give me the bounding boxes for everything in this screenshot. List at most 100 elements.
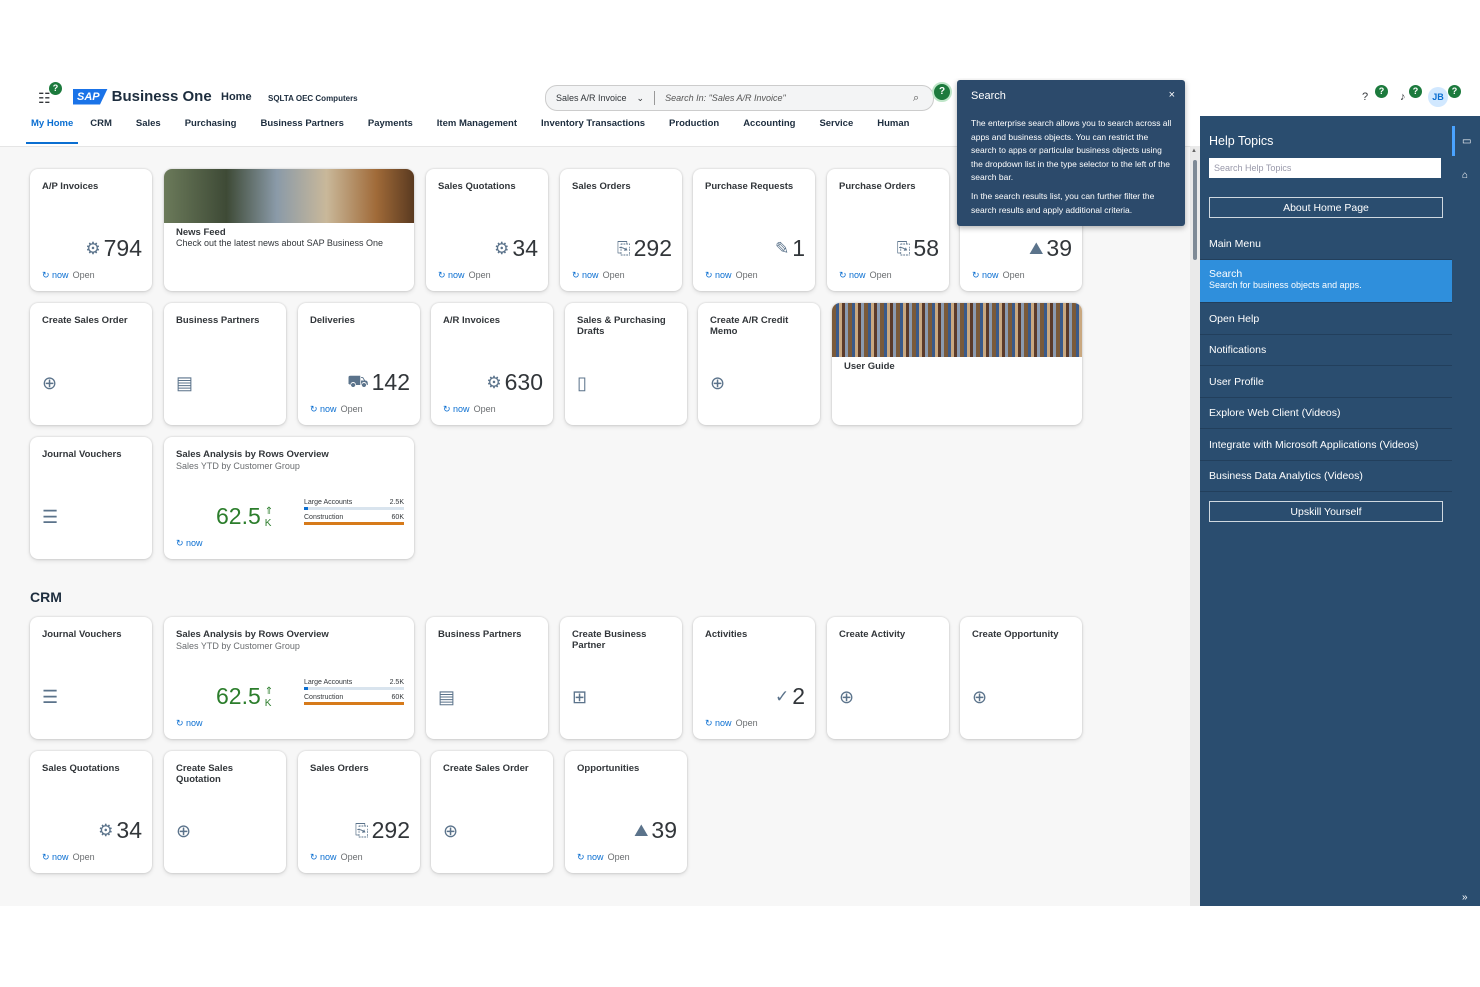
refresh-now[interactable]: ↻ now [42,852,69,862]
notification-badge-icon[interactable]: ? [1409,85,1422,98]
help-badge-icon[interactable]: ? [49,82,62,95]
tile-create-business-partner[interactable]: Create Business Partner ⊞ [560,617,682,739]
tile-ap-invoices[interactable]: A/P Invoices ⚙ 794 ↻ now Open [30,169,152,291]
refresh-now[interactable]: ↻ now [972,270,999,280]
help-item-explore-web-client[interactable]: Explore Web Client (Videos) [1200,398,1452,429]
tile-sales-analysis[interactable]: Sales Analysis by Rows Overview Sales YT… [164,437,414,559]
tab-crm[interactable]: CRM [78,116,124,142]
search-icon[interactable]: ⌕ [913,92,933,105]
tile-business-partners[interactable]: Business Partners ▤ [164,303,286,425]
collapse-icon[interactable]: » [1462,892,1468,903]
guide-icon[interactable]: ⌂ [1462,170,1468,181]
refresh-now[interactable]: ↻ now [705,270,732,280]
tile-deliveries[interactable]: Deliveries ⛟ 142 ↻ now Open [298,303,420,425]
nav-tabs: My Home CRM Sales Purchasing Business Pa… [0,116,921,144]
tile-sales-quotations[interactable]: Sales Quotations ⚙ 34 ↻ now Open [426,169,548,291]
tile-purchase-requests[interactable]: Purchase Requests ✎ 1 ↻ now Open [693,169,815,291]
active-indicator [1452,126,1455,156]
tab-my-home[interactable]: My Home [26,116,79,144]
help-item-search[interactable]: Search Search for business objects and a… [1200,260,1452,303]
menu-icon[interactable]: ☷ [38,90,51,107]
refresh-now[interactable]: ↻ now [577,852,604,862]
add-contact-icon: ⊞ [572,687,588,707]
refresh-now[interactable]: ↻ now [572,270,599,280]
tile-sales-orders[interactable]: Sales Orders ⎘ 292 ↻ now Open [560,169,682,291]
sap-logo[interactable]: SAP Business One [73,88,212,105]
profile-badge-icon[interactable]: ? [1448,85,1461,98]
tab-item-management[interactable]: Item Management [425,116,529,142]
tile-create-activity[interactable]: Create Activity ⊕ [827,617,949,739]
tile-title: Journal Vouchers [42,449,122,460]
tab-human[interactable]: Human [865,116,921,142]
upskill-yourself-button[interactable]: Upskill Yourself [1209,501,1443,522]
help-item-business-data-analytics[interactable]: Business Data Analytics (Videos) [1200,461,1452,492]
tile-create-sales-quotation[interactable]: Create Sales Quotation ⊕ [164,751,286,873]
refresh-now[interactable]: ↻ now [443,404,470,414]
help-item-notifications[interactable]: Notifications [1200,335,1452,366]
tile-value: 292 [371,817,410,843]
tab-inventory-transactions[interactable]: Inventory Transactions [529,116,657,142]
help-search-input[interactable]: Search Help Topics [1209,158,1441,178]
scroll-up-icon[interactable]: ▲ [1191,148,1197,154]
refresh-now[interactable]: ↻ now [438,270,465,280]
tile-user-guide[interactable]: User Guide [832,303,1082,425]
tab-purchasing[interactable]: Purchasing [173,116,249,142]
bar-value: 60K [391,694,404,701]
tab-payments[interactable]: Payments [356,116,425,142]
tile-create-sales-order[interactable]: Create Sales Order ⊕ [30,303,152,425]
search-help-badge-icon[interactable]: ? [932,82,952,102]
help-item-label: Search [1209,268,1243,280]
bell-icon[interactable]: ♪ [1400,91,1406,103]
tile-journal-vouchers[interactable]: Journal Vouchers ☰ [30,437,152,559]
help-item-user-profile[interactable]: User Profile [1200,366,1452,398]
tab-service[interactable]: Service [807,116,865,142]
tile-news-feed[interactable]: News Feed Check out the latest news abou… [164,169,414,291]
tile-crm-sales-quotations[interactable]: Sales Quotations ⚙ 34 ↻ now Open [30,751,152,873]
tile-create-ar-credit-memo[interactable]: Create A/R Credit Memo ⊕ [698,303,820,425]
help-icon[interactable]: ? [1362,91,1368,103]
tile-title: News Feed [176,227,226,238]
refresh-now[interactable]: ↻ now [310,852,337,862]
help-item-description: Search for business objects and apps. [1209,280,1362,290]
tile-crm-sales-orders[interactable]: Sales Orders ⎘ 292 ↻ now Open [298,751,420,873]
tile-sales-purchasing-drafts[interactable]: Sales & Purchasing Drafts ▯ [565,303,687,425]
refresh-now[interactable]: ↻ now [176,538,203,548]
refresh-now[interactable]: ↻ now [839,270,866,280]
help-item-integrate-microsoft[interactable]: Integrate with Microsoft Applications (V… [1200,429,1452,461]
tile-crm-business-partners[interactable]: Business Partners ▤ [426,617,548,739]
tile-create-opportunity[interactable]: Create Opportunity ⊕ [960,617,1082,739]
tile-crm-journal-vouchers[interactable]: Journal Vouchers ☰ [30,617,152,739]
tile-opportunities[interactable]: Opportunities ⛰ 39 ↻ now Open [565,751,687,873]
close-icon[interactable]: × [1169,89,1175,101]
add-document-icon: ⊕ [839,687,855,707]
avatar[interactable]: JB [1428,87,1448,107]
tile-value: 142 [371,369,410,395]
tab-sales[interactable]: Sales [124,116,173,142]
chat-icon[interactable]: ▭ [1462,136,1471,147]
tile-purchase-orders[interactable]: Purchase Orders ⎘ 58 ↻ now Open [827,169,949,291]
tab-production[interactable]: Production [657,116,731,142]
tile-title: Create Business Partner [572,629,647,651]
help-badge-icon[interactable]: ? [1375,85,1388,98]
tab-business-partners[interactable]: Business Partners [248,116,355,142]
status-open: Open [473,404,496,414]
help-item-main-menu[interactable]: Main Menu [1200,228,1452,260]
tile-activities[interactable]: Activities ✓ 2 ↻ now Open [693,617,815,739]
refresh-now[interactable]: ↻ now [705,718,732,728]
about-home-page-button[interactable]: About Home Page [1209,197,1443,218]
bar-fill [304,522,404,525]
page-scrollbar[interactable]: ▲ [1190,146,1200,906]
tile-crm-create-sales-order[interactable]: Create Sales Order ⊕ [431,751,553,873]
search-scope-select[interactable]: Sales A/R Invoice ⌄ [546,91,656,105]
refresh-now[interactable]: ↻ now [310,404,337,414]
tile-value: 1 [792,235,805,261]
refresh-now[interactable]: ↻ now [42,270,69,280]
refresh-now[interactable]: ↻ now [176,718,203,728]
tile-ar-invoices[interactable]: A/R Invoices ⚙ 630 ↻ now Open [431,303,553,425]
scrollbar-thumb[interactable] [1193,160,1197,260]
home-link[interactable]: Home [221,91,252,103]
tile-crm-sales-analysis[interactable]: Sales Analysis by Rows Overview Sales YT… [164,617,414,739]
tab-accounting[interactable]: Accounting [731,116,807,142]
help-item-open-help[interactable]: Open Help [1200,303,1452,335]
search-input[interactable]: Search In: "Sales A/R Invoice" [655,93,913,103]
